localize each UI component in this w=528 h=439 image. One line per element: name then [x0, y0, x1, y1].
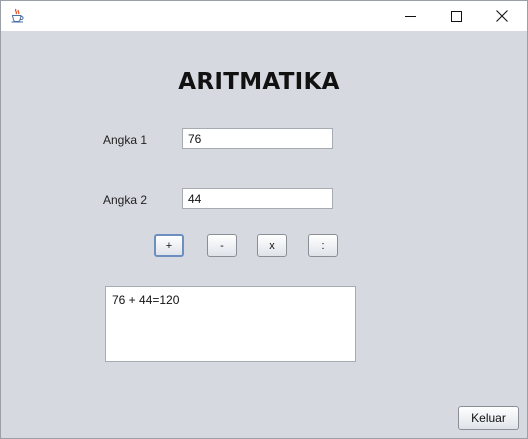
angka2-input[interactable]	[182, 188, 333, 209]
exit-button[interactable]: Keluar	[458, 406, 519, 430]
java-cup-icon	[10, 8, 25, 23]
add-button[interactable]: +	[154, 234, 184, 257]
angka1-input[interactable]	[182, 128, 333, 149]
title-bar[interactable]	[1, 1, 527, 31]
maximize-button[interactable]	[433, 1, 479, 31]
close-button[interactable]	[479, 1, 525, 31]
multiply-button[interactable]: x	[257, 234, 287, 257]
subtract-button[interactable]: -	[207, 234, 237, 257]
close-icon	[496, 10, 508, 22]
app-window: ARITMATIKA Angka 1 Angka 2 + - x : 76 + …	[0, 0, 528, 439]
angka1-label: Angka 1	[103, 133, 148, 147]
minimize-button[interactable]	[387, 1, 433, 31]
page-title: ARITMATIKA	[178, 69, 340, 95]
divide-button[interactable]: :	[308, 234, 338, 257]
minimize-icon	[404, 11, 416, 22]
maximize-icon	[450, 10, 462, 22]
form-panel: ARITMATIKA Angka 1 Angka 2 + - x : 76 + …	[1, 31, 527, 438]
angka2-label: Angka 2	[103, 193, 148, 207]
result-textarea[interactable]: 76 + 44=120	[105, 286, 356, 362]
